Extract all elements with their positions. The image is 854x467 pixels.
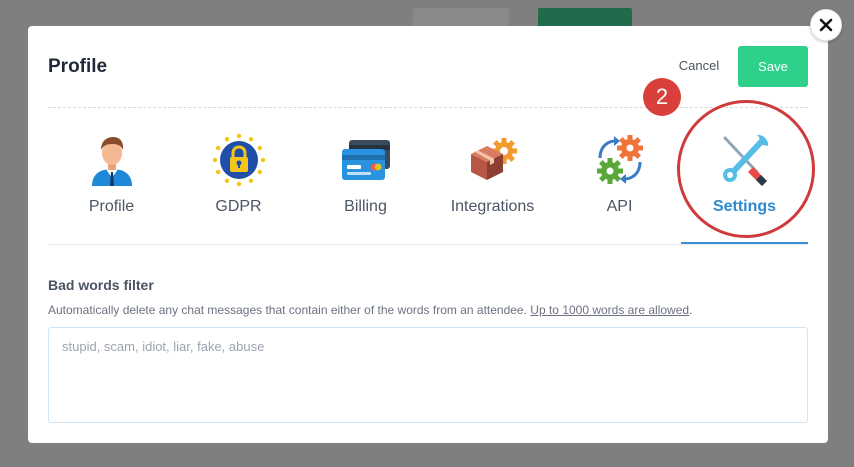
tabs-divider [48,244,808,245]
description-text: Automatically delete any chat messages t… [48,303,527,317]
word-limit-link[interactable]: Up to 1000 words are allowed [530,303,689,317]
user-icon [91,137,132,186]
description-suffix: . [689,303,693,317]
tab-label: GDPR [215,198,262,215]
eu-lock-icon [212,133,265,187]
close-icon [819,18,833,32]
tab-settings[interactable]: Settings [681,108,808,245]
tab-label: Billing [344,198,387,215]
close-button[interactable] [810,9,842,41]
tab-label: Profile [88,198,135,215]
dialog-title: Profile [48,56,108,77]
tab-label: Integrations [450,198,535,215]
tab-integrations[interactable]: Integrations [429,108,556,245]
step-number-badge: 2 [643,78,681,116]
cancel-button[interactable]: Cancel [667,58,731,73]
tab-label: API [606,198,633,215]
bad-words-title: Bad words filter [48,277,154,293]
tab-api[interactable]: API [556,108,683,245]
tab-bar: Profile GDPR Billing Integrations API Se… [48,108,808,245]
gears-icon [596,135,643,184]
wrench-screwdriver-icon [722,134,768,186]
save-button[interactable]: Save [738,46,808,87]
box-gear-icon [470,138,517,180]
tab-label: Settings [712,198,777,215]
bad-words-input[interactable] [48,327,808,423]
bad-words-description: Automatically delete any chat messages t… [48,303,692,317]
tab-gdpr[interactable]: GDPR [175,108,302,245]
profile-dialog: Profile Cancel Save Profile GDPR Billing… [28,26,828,443]
tab-billing[interactable]: Billing [302,108,429,245]
tab-profile[interactable]: Profile [48,108,175,245]
credit-card-icon [341,140,390,180]
